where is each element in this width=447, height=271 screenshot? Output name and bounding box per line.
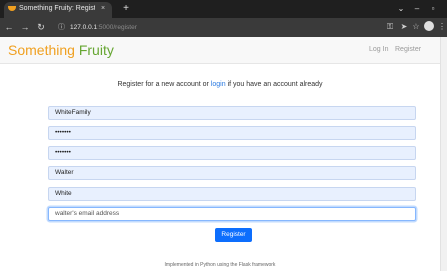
reload-icon[interactable]: ↻ bbox=[35, 20, 47, 34]
forward-icon[interactable]: → bbox=[19, 20, 31, 34]
username-field[interactable]: WhiteFamily bbox=[48, 106, 416, 120]
last-name-field[interactable]: White bbox=[48, 187, 416, 201]
info-icon[interactable]: ⓘ bbox=[58, 21, 68, 34]
register-button[interactable]: Register bbox=[215, 228, 252, 242]
menu-icon[interactable]: ⋮ bbox=[437, 20, 447, 34]
confirm-password-field[interactable]: ••••••• bbox=[48, 146, 416, 160]
profile-icon[interactable] bbox=[424, 21, 434, 31]
maximize-button[interactable]: ▫ bbox=[428, 3, 438, 15]
key-icon[interactable]: ⚿ bbox=[384, 20, 396, 34]
page-scrollbar[interactable] bbox=[440, 37, 447, 271]
login-link[interactable]: login bbox=[211, 81, 226, 88]
register-prompt: Register for a new account or login if y… bbox=[117, 81, 323, 88]
email-field[interactable]: walter's email address bbox=[48, 207, 416, 221]
site-brand[interactable]: Something Fruity bbox=[8, 40, 114, 60]
tab-close-icon[interactable]: × bbox=[98, 3, 108, 15]
minimize-button[interactable]: – bbox=[412, 3, 422, 15]
back-icon[interactable]: ← bbox=[3, 20, 15, 34]
first-name-field[interactable]: Walter bbox=[48, 166, 416, 180]
star-icon[interactable]: ☆ bbox=[410, 20, 422, 34]
new-tab-button[interactable]: + bbox=[120, 2, 132, 16]
tab-title: Something Fruity: Register bbox=[19, 5, 95, 12]
url-text[interactable]: 127.0.0.1:5000/register bbox=[70, 21, 210, 34]
password-field[interactable]: ••••••• bbox=[48, 126, 416, 140]
tab-search-icon[interactable]: ⌄ bbox=[396, 3, 406, 15]
nav-login-link[interactable]: Log In bbox=[369, 44, 388, 56]
nav-register-link[interactable]: Register bbox=[395, 44, 421, 56]
send-icon[interactable]: ➤ bbox=[398, 20, 410, 34]
page-footer: Implemented in Python using the Flask fr… bbox=[164, 262, 276, 268]
